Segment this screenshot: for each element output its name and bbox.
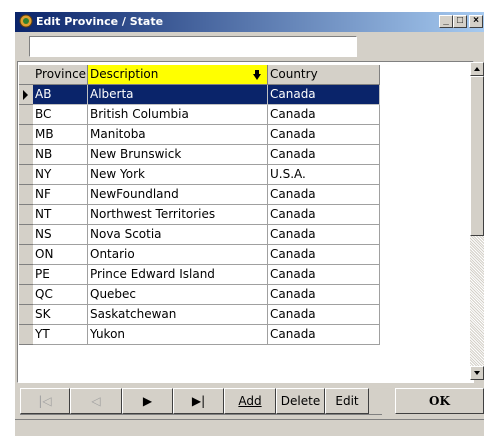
- last-record-button[interactable]: ▶|: [173, 388, 224, 414]
- current-row-arrow-icon: [23, 90, 28, 100]
- cell-province[interactable]: NY: [33, 165, 88, 185]
- cell-province[interactable]: ON: [33, 245, 88, 265]
- cell-description[interactable]: British Columbia: [88, 105, 268, 125]
- cell-country[interactable]: Canada: [268, 265, 380, 285]
- cell-description[interactable]: Yukon: [88, 325, 268, 345]
- cell-province[interactable]: SK: [33, 305, 88, 325]
- table-row[interactable]: NS Nova Scotia Canada: [19, 225, 380, 245]
- sort-down-arrow-icon: [253, 70, 261, 80]
- cell-country[interactable]: Canada: [268, 105, 380, 125]
- column-header-province[interactable]: Province: [33, 65, 88, 85]
- close-button[interactable]: ×: [469, 15, 483, 28]
- ok-button[interactable]: OK: [395, 388, 484, 414]
- window-title: Edit Province / State: [36, 15, 164, 28]
- cell-province[interactable]: AB: [33, 85, 88, 105]
- row-indicator[interactable]: [19, 205, 33, 225]
- cell-province[interactable]: YT: [33, 325, 88, 345]
- scroll-track[interactable]: [470, 236, 484, 366]
- row-indicator[interactable]: [19, 125, 33, 145]
- delete-button[interactable]: Delete: [276, 388, 325, 414]
- table-row[interactable]: ON Ontario Canada: [19, 245, 380, 265]
- status-bar: [15, 419, 484, 436]
- title-bar[interactable]: Edit Province / State _ □ ×: [15, 12, 484, 32]
- row-indicator[interactable]: [19, 285, 33, 305]
- row-indicator[interactable]: [19, 265, 33, 285]
- prior-record-button[interactable]: ◁: [70, 388, 122, 414]
- cell-province[interactable]: MB: [33, 125, 88, 145]
- table-row[interactable]: QC Quebec Canada: [19, 285, 380, 305]
- cell-description[interactable]: New Brunswick: [88, 145, 268, 165]
- cell-description[interactable]: Quebec: [88, 285, 268, 305]
- maximize-button[interactable]: □: [453, 15, 467, 28]
- cell-country[interactable]: Canada: [268, 305, 380, 325]
- cell-description[interactable]: Manitoba: [88, 125, 268, 145]
- cell-country[interactable]: Canada: [268, 205, 380, 225]
- row-indicator[interactable]: [19, 165, 33, 185]
- scroll-up-button[interactable]: [470, 62, 484, 76]
- column-header-description-label: Description: [90, 67, 159, 81]
- table-row[interactable]: MB Manitoba Canada: [19, 125, 380, 145]
- cell-country[interactable]: Canada: [268, 125, 380, 145]
- cell-province[interactable]: QC: [33, 285, 88, 305]
- row-indicator[interactable]: [19, 85, 33, 105]
- db-navigator: |◁ ◁ ▶ ▶| Add Delete Edit: [20, 388, 382, 415]
- table-row[interactable]: PE Prince Edward Island Canada: [19, 265, 380, 285]
- edit-province-window: Edit Province / State _ □ × Province Des…: [15, 12, 484, 436]
- cell-province[interactable]: BC: [33, 105, 88, 125]
- add-button[interactable]: Add: [224, 388, 276, 414]
- next-record-button[interactable]: ▶: [122, 388, 173, 414]
- table-row[interactable]: NY New York U.S.A.: [19, 165, 380, 185]
- column-header-country[interactable]: Country: [268, 65, 380, 85]
- row-indicator[interactable]: [19, 145, 33, 165]
- table-row[interactable]: YT Yukon Canada: [19, 325, 380, 345]
- cell-province[interactable]: NS: [33, 225, 88, 245]
- cell-country[interactable]: Canada: [268, 225, 380, 245]
- cell-description[interactable]: Ontario: [88, 245, 268, 265]
- scroll-thumb[interactable]: [470, 76, 484, 236]
- arrow-down-icon: [474, 371, 480, 375]
- arrow-up-icon: [474, 67, 480, 71]
- cell-description[interactable]: New York: [88, 165, 268, 185]
- table-row[interactable]: NF NewFoundland Canada: [19, 185, 380, 205]
- cell-country[interactable]: Canada: [268, 145, 380, 165]
- row-indicator[interactable]: [19, 305, 33, 325]
- table-row[interactable]: SK Saskatchewan Canada: [19, 305, 380, 325]
- cell-country[interactable]: Canada: [268, 285, 380, 305]
- table-row[interactable]: AB Alberta Canada: [19, 85, 380, 105]
- row-indicator[interactable]: [19, 225, 33, 245]
- search-input[interactable]: [29, 36, 357, 57]
- cell-country[interactable]: Canada: [268, 185, 380, 205]
- cell-province[interactable]: NF: [33, 185, 88, 205]
- first-record-button[interactable]: |◁: [20, 388, 70, 414]
- row-indicator[interactable]: [19, 185, 33, 205]
- table-row[interactable]: NB New Brunswick Canada: [19, 145, 380, 165]
- cell-description[interactable]: Nova Scotia: [88, 225, 268, 245]
- header-indicator: [19, 65, 33, 85]
- grid-header-row: Province Description Country: [19, 65, 380, 85]
- cell-description[interactable]: NewFoundland: [88, 185, 268, 205]
- cell-country[interactable]: Canada: [268, 325, 380, 345]
- app-icon: [19, 14, 33, 28]
- cell-country[interactable]: Canada: [268, 85, 380, 105]
- cell-province[interactable]: PE: [33, 265, 88, 285]
- edit-button[interactable]: Edit: [325, 388, 369, 414]
- table-row[interactable]: BC British Columbia Canada: [19, 105, 380, 125]
- row-indicator[interactable]: [19, 105, 33, 125]
- cell-country[interactable]: Canada: [268, 245, 380, 265]
- column-header-description[interactable]: Description: [88, 65, 268, 85]
- minimize-button[interactable]: _: [439, 15, 453, 28]
- province-grid[interactable]: Province Description Country AB Alberta Ca…: [17, 61, 474, 383]
- vertical-scrollbar[interactable]: [470, 62, 484, 380]
- cell-description[interactable]: Prince Edward Island: [88, 265, 268, 285]
- cell-province[interactable]: NT: [33, 205, 88, 225]
- scroll-down-button[interactable]: [470, 366, 484, 380]
- cell-description[interactable]: Alberta: [88, 85, 268, 105]
- row-indicator[interactable]: [19, 245, 33, 265]
- cell-country[interactable]: U.S.A.: [268, 165, 380, 185]
- cell-description[interactable]: Saskatchewan: [88, 305, 268, 325]
- cell-province[interactable]: NB: [33, 145, 88, 165]
- row-indicator[interactable]: [19, 325, 33, 345]
- cell-description[interactable]: Northwest Territories: [88, 205, 268, 225]
- table-row[interactable]: NT Northwest Territories Canada: [19, 205, 380, 225]
